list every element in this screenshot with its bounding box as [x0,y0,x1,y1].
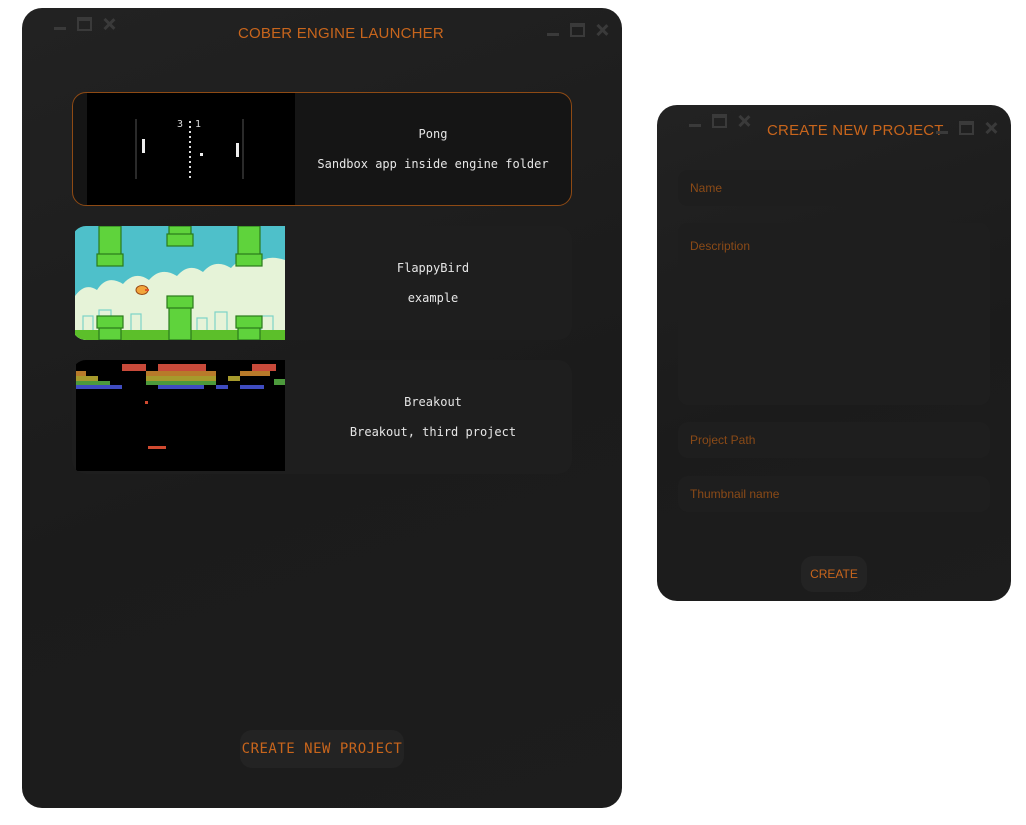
description-field-placeholder: Description [690,239,751,253]
launcher-right-controls [545,22,610,38]
project-name: Pong [418,127,448,141]
maximize-icon[interactable] [712,114,727,128]
create-project-window: CREATE NEW PROJECT Name Description Proj… [657,105,1011,601]
creator-title: CREATE NEW PROJECT [767,122,944,139]
project-name: Breakout [404,395,462,409]
maximize-icon[interactable] [77,17,92,31]
flappybird-thumbnail [75,226,285,340]
project-info: Pong Sandbox app inside engine folder [295,93,571,205]
create-button[interactable]: CREATE [801,556,867,592]
close-icon[interactable] [594,22,610,38]
name-field-placeholder: Name [690,181,723,195]
breakout-thumbnail-graphic [76,364,285,449]
create-new-project-button[interactable]: CREATE NEW PROJECT [240,730,404,768]
thumbnail-name-placeholder: Thumbnail name [690,487,780,501]
thumbnail-name-field[interactable]: Thumbnail name [678,476,990,512]
creator-right-controls [934,120,999,136]
project-name: FlappyBird [396,261,470,275]
name-field[interactable]: Name [678,170,990,206]
project-path-placeholder: Project Path [690,433,756,447]
project-info: Breakout Breakout, third project [294,360,572,474]
project-card-breakout[interactable]: Breakout Breakout, third project [72,360,572,474]
maximize-icon[interactable] [570,23,585,37]
project-info: FlappyBird example [294,226,572,340]
pong-thumbnail: 3 1 [87,93,295,205]
close-icon[interactable] [736,113,752,129]
close-icon[interactable] [101,16,117,32]
pong-score: 3 1 [177,119,205,130]
project-description: Breakout, third project [349,425,517,439]
pong-thumbnail-graphic [135,119,244,179]
maximize-icon[interactable] [959,121,974,135]
launcher-title: COBER ENGINE LAUNCHER [238,25,444,42]
project-card-pong[interactable]: 3 1 Pong Sandbox app inside engine folde… [72,92,572,206]
project-path-field[interactable]: Project Path [678,422,990,458]
project-description: Sandbox app inside engine folder [317,157,549,171]
project-card-flappybird[interactable]: FlappyBird example [72,226,572,340]
flappybird-thumbnail-graphic [75,226,285,340]
minimize-icon[interactable] [52,16,68,32]
description-field[interactable]: Description [678,223,990,405]
launcher-left-controls [52,16,117,32]
minimize-icon[interactable] [545,22,561,38]
creator-left-controls [687,113,752,129]
breakout-thumbnail [76,360,285,471]
minimize-icon[interactable] [687,113,703,129]
minimize-icon[interactable] [934,120,950,136]
launcher-window: COBER ENGINE LAUNCHER 3 1 Pong Sandbox a… [22,8,622,808]
close-icon[interactable] [983,120,999,136]
project-description: example [407,291,459,305]
